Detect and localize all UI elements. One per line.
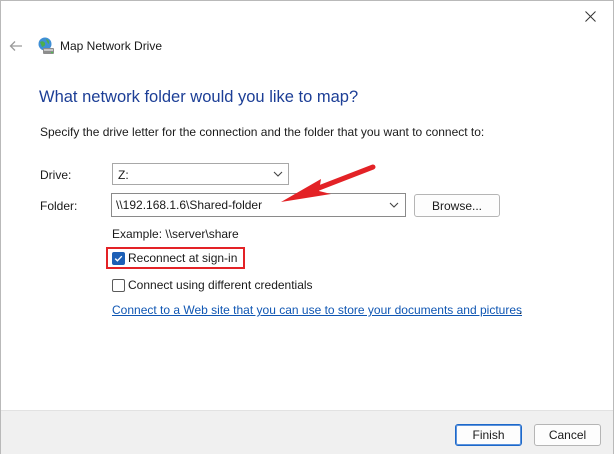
drive-select[interactable]: Z: — [112, 163, 289, 185]
drive-label: Drive: — [40, 168, 72, 182]
reconnect-label: Reconnect at sign-in — [128, 251, 238, 265]
cancel-button[interactable]: Cancel — [534, 424, 601, 446]
link-period: . — [519, 303, 523, 317]
checkmark-icon — [114, 255, 123, 262]
folder-label: Folder: — [40, 199, 78, 213]
network-drive-icon — [38, 37, 54, 54]
drive-select-value: Z: — [118, 168, 129, 182]
map-network-drive-dialog: Map Network Drive What network folder wo… — [0, 0, 614, 454]
dialog-header: Map Network Drive — [1, 31, 613, 61]
back-arrow-icon — [9, 41, 22, 51]
web-site-link[interactable]: Connect to a Web site that you can use t… — [112, 303, 522, 317]
chevron-down-icon[interactable] — [389, 200, 399, 210]
different-credentials-row[interactable]: Connect using different credentials — [112, 278, 313, 292]
dialog-footer: Finish Cancel — [1, 410, 613, 454]
example-text: Example: \\server\share — [112, 227, 239, 241]
back-button[interactable] — [6, 36, 26, 56]
annotation-arrow-icon — [281, 164, 376, 202]
page-title: What network folder would you like to ma… — [39, 88, 359, 106]
instructions-text: Specify the drive letter for the connect… — [40, 125, 485, 139]
close-icon — [584, 10, 596, 22]
reconnect-checkbox-row[interactable]: Reconnect at sign-in — [112, 251, 237, 265]
window-title: Map Network Drive — [60, 39, 163, 53]
close-button[interactable] — [567, 1, 613, 31]
finish-button[interactable]: Finish — [455, 424, 522, 446]
different-credentials-label: Connect using different credentials — [128, 278, 313, 292]
browse-button[interactable]: Browse... — [414, 194, 500, 217]
reconnect-checkbox[interactable] — [112, 251, 125, 265]
different-credentials-checkbox[interactable] — [112, 278, 125, 292]
